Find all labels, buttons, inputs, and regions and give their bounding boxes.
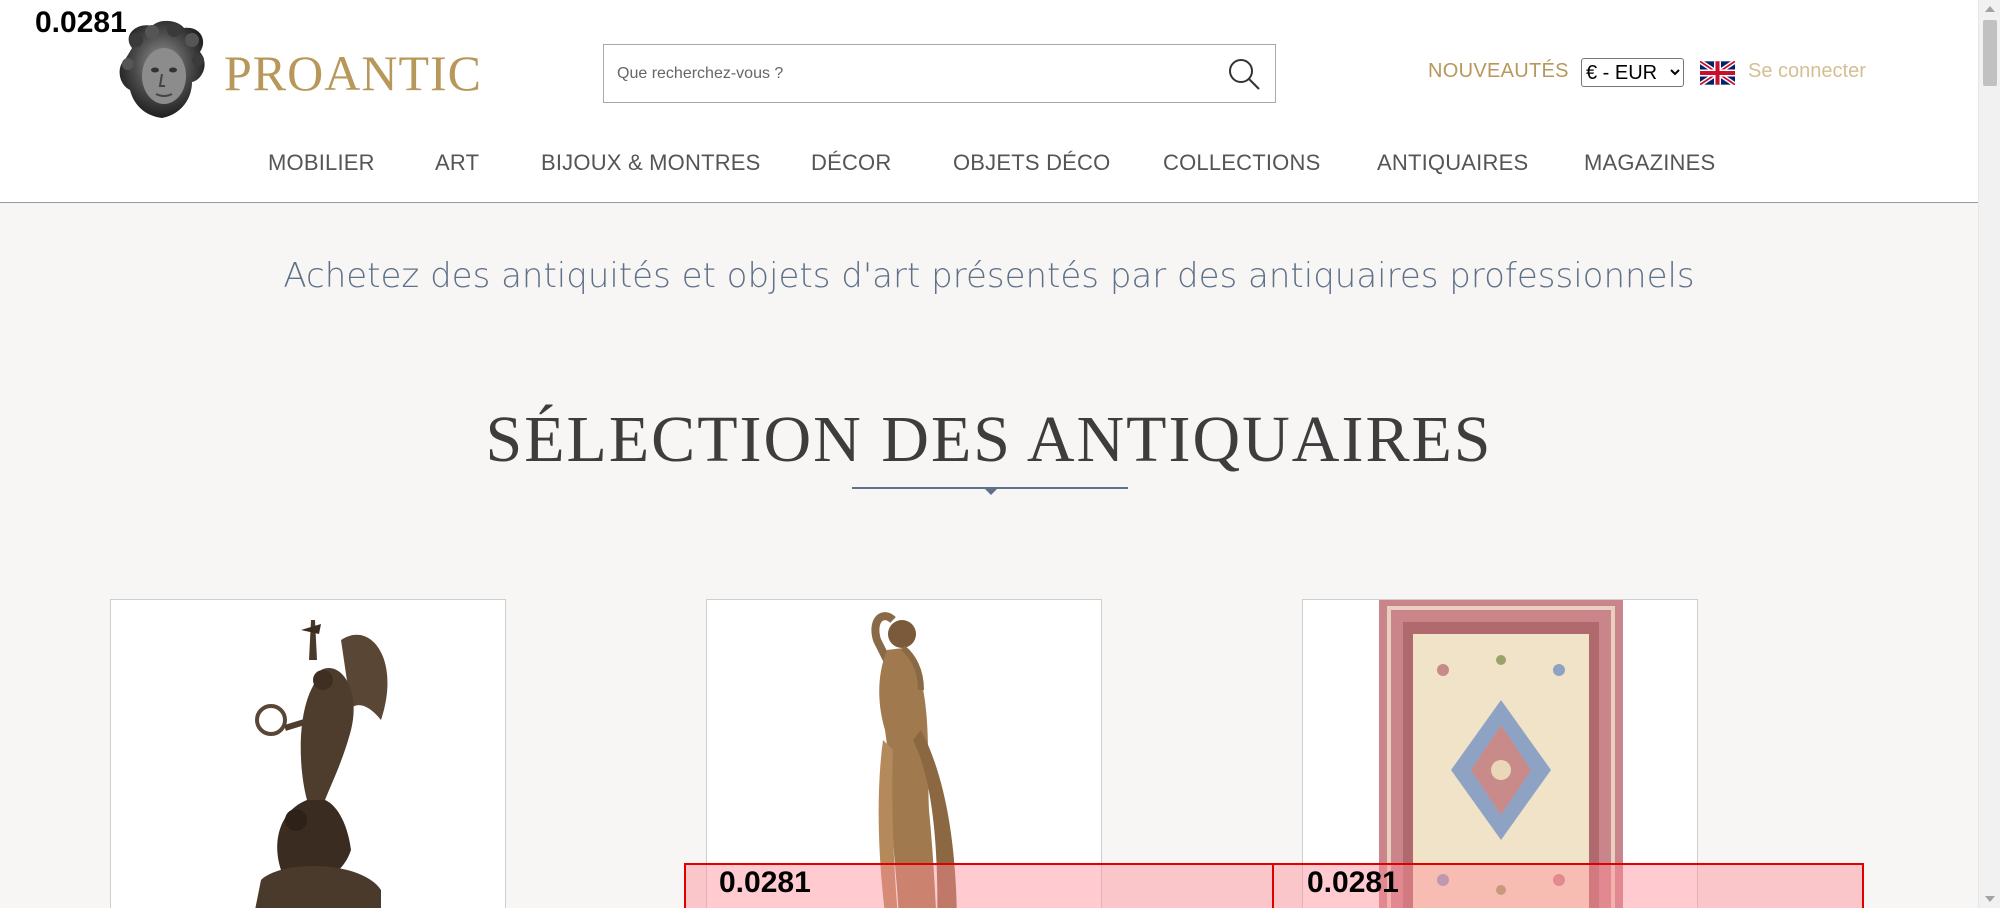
nav-item-collections[interactable]: COLLECTIONS <box>1163 150 1320 176</box>
overlay-divider <box>1272 863 1274 908</box>
uk-flag-icon[interactable] <box>1698 59 1737 87</box>
overlay-highlight-bar <box>684 863 1864 908</box>
nav-item-art[interactable]: ART <box>435 150 479 176</box>
divider-arrow-icon <box>984 488 998 495</box>
overlay-score-label-1: 0.0281 <box>719 866 811 899</box>
bronze-sculpture-image <box>173 600 445 908</box>
product-card-bronze-venus[interactable] <box>706 599 1102 908</box>
login-link[interactable]: Se connecter <box>1748 60 1866 83</box>
scroll-thumb[interactable] <box>1983 20 1997 86</box>
main-nav: MOBILIER ART BIJOUX & MONTRES DÉCOR OBJE… <box>0 150 1978 180</box>
section-title: SÉLECTION DES ANTIQUAIRES <box>485 403 1493 476</box>
nav-item-bijoux-montres[interactable]: BIJOUX & MONTRES <box>541 150 761 176</box>
search-input[interactable] <box>604 45 1204 102</box>
tagline: Achetez des antiquités et objets d'art p… <box>283 256 1695 296</box>
search-button[interactable] <box>1227 57 1261 91</box>
logo-text[interactable]: PROANTIC <box>224 44 482 102</box>
nav-item-magazines[interactable]: MAGAZINES <box>1584 150 1715 176</box>
nav-item-antiquaires[interactable]: ANTIQUAIRES <box>1377 150 1528 176</box>
logo-head-icon[interactable] <box>112 18 212 122</box>
currency-select[interactable]: € - EUR <box>1581 58 1684 87</box>
search-icon <box>1229 59 1260 90</box>
scroll-up-arrow-icon[interactable] <box>1985 6 1995 12</box>
search-box <box>603 44 1276 103</box>
product-card-bronze-sculpture[interactable] <box>110 599 506 908</box>
overlay-score-label: 0.0281 <box>35 6 127 39</box>
nav-item-objets-deco[interactable]: OBJETS DÉCO <box>953 150 1110 176</box>
overlay-score-label-2: 0.0281 <box>1307 866 1399 899</box>
vertical-scrollbar[interactable] <box>1978 0 2000 908</box>
site-header: PROANTIC NOUVEAUTÉS € - EUR Se connecter… <box>0 0 1978 203</box>
product-card-persian-rug[interactable] <box>1302 599 1698 908</box>
nouveautes-link[interactable]: NOUVEAUTÉS <box>1428 60 1569 83</box>
bronze-venus-image <box>787 600 1027 908</box>
scroll-down-arrow-icon[interactable] <box>1985 896 1995 902</box>
nav-item-decor[interactable]: DÉCOR <box>811 150 891 176</box>
nav-item-mobilier[interactable]: MOBILIER <box>268 150 375 176</box>
persian-rug-image <box>1379 600 1623 908</box>
